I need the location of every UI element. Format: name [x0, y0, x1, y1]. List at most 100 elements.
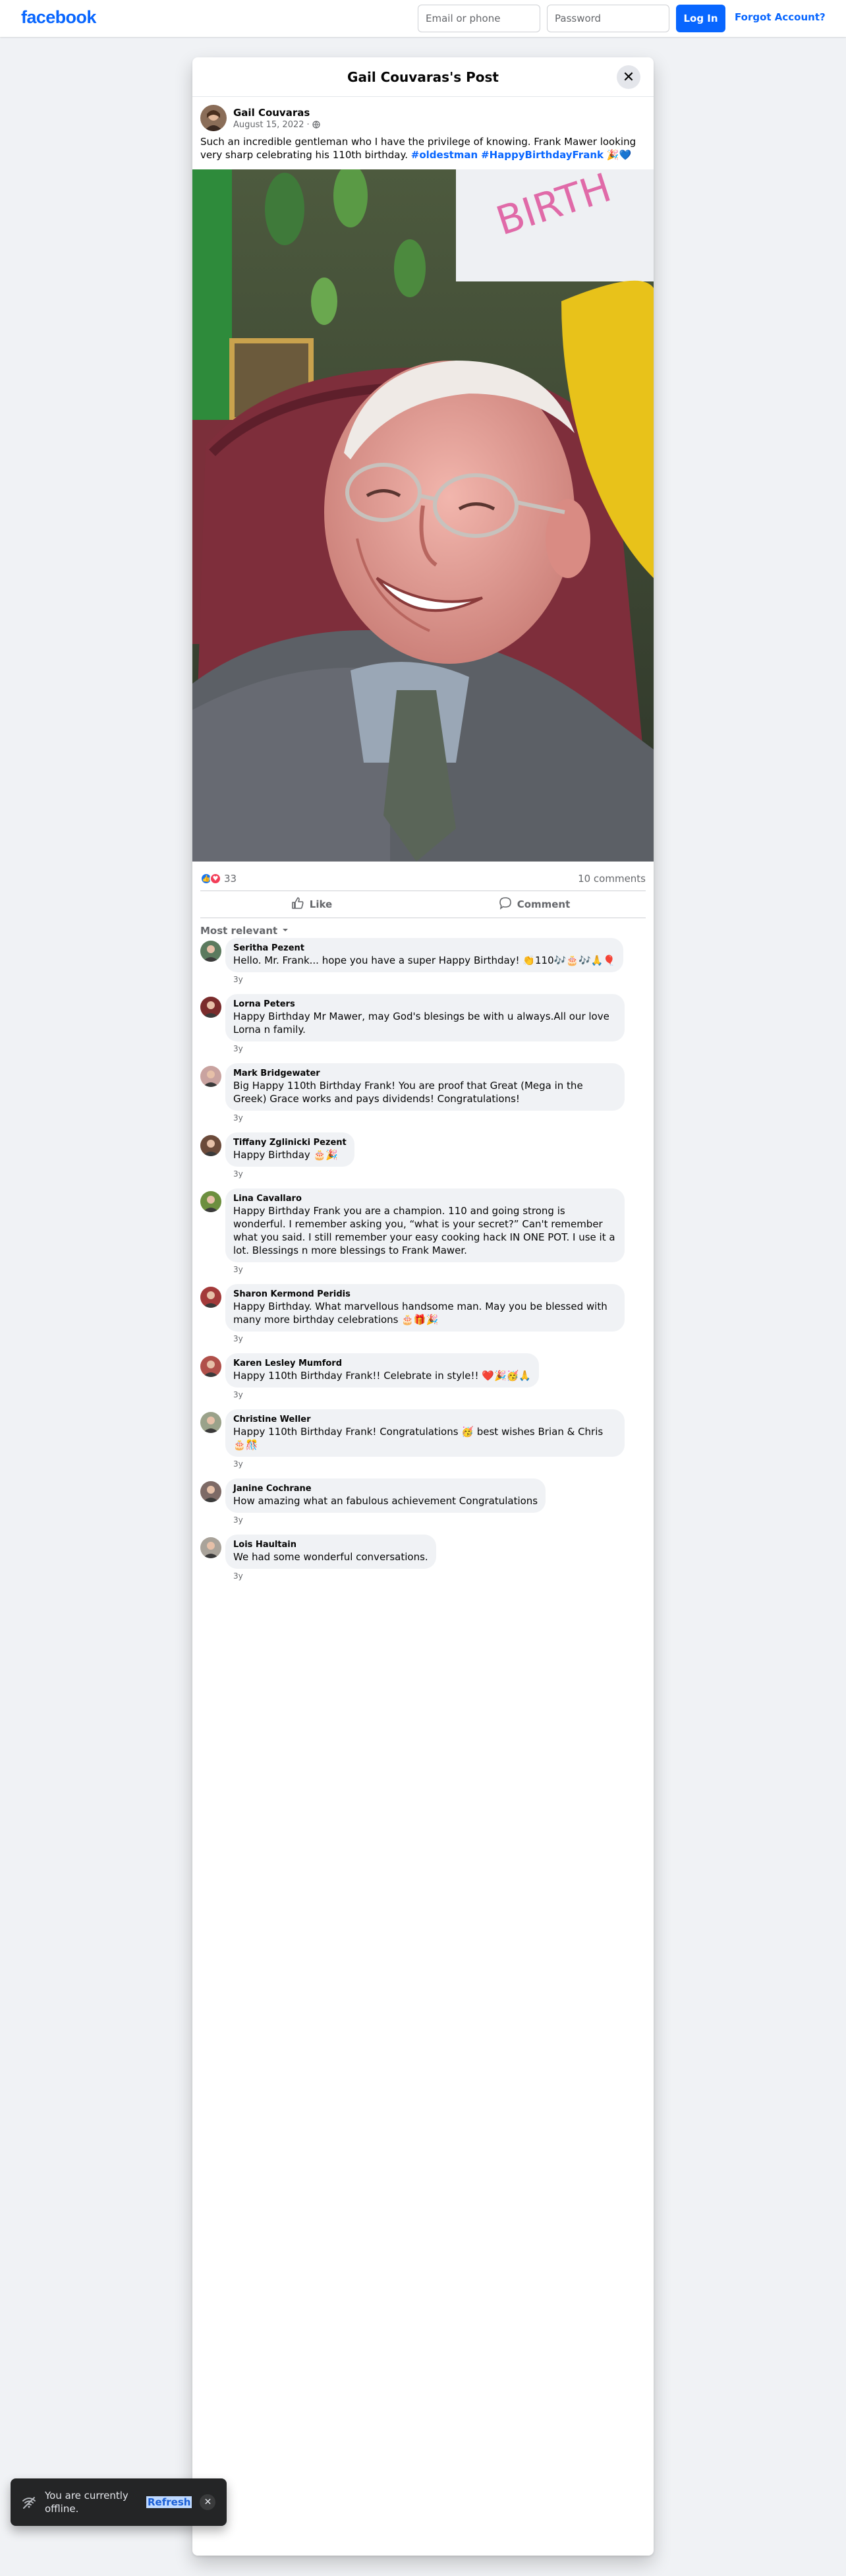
author-avatar[interactable] [200, 105, 227, 131]
comment: Seritha Pezent Hello. Mr. Frank... hope y… [200, 938, 646, 985]
comment: Lina Cavallaro Happy Birthday Frank you a… [200, 1188, 646, 1275]
comments-list: Seritha Pezent Hello. Mr. Frank... hope y… [200, 938, 646, 1584]
email-field[interactable]: Email or phone [418, 5, 540, 32]
comment: Sharon Kermond Peridis Happy Birthday. Wh… [200, 1284, 646, 1344]
commenter-avatar[interactable] [200, 997, 221, 1018]
commenter-avatar[interactable] [200, 1135, 221, 1156]
comment-text: Happy Birthday Mr Mawer, may God's blesi… [233, 1010, 609, 1036]
author-name[interactable]: Gail Couvaras [233, 107, 320, 119]
comment: Christine Weller Happy 110th Birthday Fra… [200, 1409, 646, 1469]
reaction-icons[interactable]: 👍 ♥ [200, 873, 221, 885]
commenter-name[interactable]: Lorna Peters [233, 999, 617, 1010]
close-icon[interactable]: ✕ [200, 2494, 216, 2510]
commenter-avatar[interactable] [200, 1356, 221, 1377]
post-text: Such an incredible gentleman who I have … [200, 135, 646, 161]
dialog-title: Gail Couvaras's Post [347, 69, 499, 85]
commenter-avatar[interactable] [200, 1066, 221, 1087]
comment-bubble: Janine Cochrane How amazing what an fabul… [225, 1478, 546, 1513]
comment-bubble: Lois Haultain We had some wonderful conve… [225, 1535, 436, 1569]
like-label: Like [309, 898, 333, 910]
comment-bubble: Christine Weller Happy 110th Birthday Fra… [225, 1409, 625, 1457]
refresh-link[interactable]: Refresh [146, 2496, 192, 2508]
comment-bubble: Mark Bridgewater Big Happy 110th Birthday… [225, 1063, 625, 1111]
wifi-off-icon [21, 2494, 37, 2510]
commenter-name[interactable]: Christine Weller [233, 1415, 617, 1425]
comment-text: Happy 110th Birthday Frank! Congratulati… [233, 1426, 604, 1451]
reaction-count[interactable]: 33 [224, 873, 237, 885]
post-emoji: 🎉💙 [606, 149, 632, 161]
post-author: Gail Couvaras August 15, 2022 · [200, 105, 320, 131]
comment-text: We had some wonderful conversations. [233, 1551, 428, 1563]
comment-timestamp[interactable]: 3y [225, 1571, 436, 1581]
commenter-avatar[interactable] [200, 1287, 221, 1308]
comment-bubble: Sharon Kermond Peridis Happy Birthday. Wh… [225, 1284, 625, 1332]
comment-button[interactable]: Comment [423, 891, 646, 918]
commenter-name[interactable]: Karen Lesley Mumford [233, 1359, 531, 1369]
comment-timestamp[interactable]: 3y [225, 1333, 625, 1344]
comment-timestamp[interactable]: 3y [225, 1459, 625, 1469]
top-navigation-bar: facebook Email or phone Password Log In … [0, 0, 846, 37]
comment-bubble: Lorna Peters Happy Birthday Mr Mawer, may… [225, 994, 625, 1041]
post-photo[interactable]: BIRTH [192, 169, 654, 862]
chevron-down-icon [281, 925, 289, 937]
post-actions: Like Comment [200, 891, 646, 918]
comment-timestamp[interactable]: 3y [225, 1264, 625, 1275]
commenter-name[interactable]: Lois Haultain [233, 1540, 428, 1550]
comment-text: Happy Birthday. What marvellous handsome… [233, 1301, 607, 1326]
facebook-logo[interactable]: facebook [21, 7, 96, 28]
comment-timestamp[interactable]: 3y [225, 1515, 546, 1525]
password-field[interactable]: Password [547, 5, 669, 32]
commenter-avatar[interactable] [200, 1191, 221, 1212]
commenter-name[interactable]: Tiffany Zglinicki Pezent [233, 1138, 347, 1148]
comment-bubble: Karen Lesley Mumford Happy 110th Birthday… [225, 1353, 539, 1388]
comment-count[interactable]: 10 comments [578, 873, 646, 885]
love-reaction-icon: ♥ [210, 873, 221, 885]
comment-timestamp[interactable]: 3y [225, 1169, 354, 1179]
offline-message: You are currently offline. [45, 2490, 128, 2515]
like-button[interactable]: Like [200, 891, 423, 918]
login-button[interactable]: Log In [676, 5, 725, 32]
comment-text: Happy 110th Birthday Frank!! Celebrate i… [233, 1370, 531, 1382]
commenter-name[interactable]: Janine Cochrane [233, 1484, 538, 1494]
close-icon[interactable]: ✕ [617, 65, 640, 89]
commenter-name[interactable]: Seritha Pezent [233, 943, 615, 954]
commenter-avatar[interactable] [200, 1537, 221, 1558]
comment-bubble: Lina Cavallaro Happy Birthday Frank you a… [225, 1188, 625, 1262]
comment-label: Comment [517, 898, 571, 910]
commenter-name[interactable]: Mark Bridgewater [233, 1068, 617, 1079]
comment-sort-dropdown[interactable]: Most relevant [200, 925, 289, 937]
commenter-avatar[interactable] [200, 1481, 221, 1502]
comment-timestamp[interactable]: 3y [225, 974, 623, 985]
comment-text: Happy Birthday Frank you are a champion.… [233, 1205, 615, 1256]
forgot-account-link[interactable]: Forgot Account? [735, 11, 826, 23]
post-date[interactable]: August 15, 2022 [233, 120, 304, 130]
comment-timestamp[interactable]: 3y [225, 1390, 539, 1400]
commenter-avatar[interactable] [200, 1412, 221, 1433]
comment: Karen Lesley Mumford Happy 110th Birthday… [200, 1353, 646, 1400]
comment-text: Happy Birthday 🎂🎉 [233, 1149, 338, 1161]
comment-timestamp[interactable]: 3y [225, 1043, 625, 1054]
globe-icon [312, 121, 320, 129]
comment-timestamp[interactable]: 3y [225, 1113, 625, 1123]
comment-text: Big Happy 110th Birthday Frank! You are … [233, 1080, 583, 1105]
comment-bubble: Tiffany Zglinicki Pezent Happy Birthday 🎂… [225, 1132, 354, 1167]
comment: Mark Bridgewater Big Happy 110th Birthday… [200, 1063, 646, 1123]
dialog-header: Gail Couvaras's Post ✕ [192, 57, 654, 97]
comment-text: How amazing what an fabulous achievement… [233, 1495, 538, 1507]
post-dialog: Gail Couvaras's Post ✕ Gail Couvaras Aug… [192, 57, 654, 2556]
comment-icon [499, 896, 512, 912]
commenter-name[interactable]: Sharon Kermond Peridis [233, 1289, 617, 1300]
comment: Lois Haultain We had some wonderful conve… [200, 1535, 646, 1581]
commenter-avatar[interactable] [200, 941, 221, 962]
comment-bubble: Seritha Pezent Hello. Mr. Frank... hope y… [225, 938, 624, 972]
commenter-name[interactable]: Lina Cavallaro [233, 1194, 617, 1204]
comment: Lorna Peters Happy Birthday Mr Mawer, may… [200, 994, 646, 1054]
offline-toast: You are currently offline. Refresh ✕ [11, 2478, 227, 2526]
hashtag-oldestman[interactable]: #oldestman [411, 149, 478, 161]
comment: Janine Cochrane How amazing what an fabul… [200, 1478, 646, 1525]
reactions-summary: 👍 ♥ 33 10 comments [200, 867, 646, 891]
hashtag-happybirthdayfrank[interactable]: #HappyBirthdayFrank [481, 149, 604, 161]
thumbs-up-icon [291, 896, 304, 912]
sort-label: Most relevant [200, 925, 278, 937]
comment: Tiffany Zglinicki Pezent Happy Birthday 🎂… [200, 1132, 646, 1179]
